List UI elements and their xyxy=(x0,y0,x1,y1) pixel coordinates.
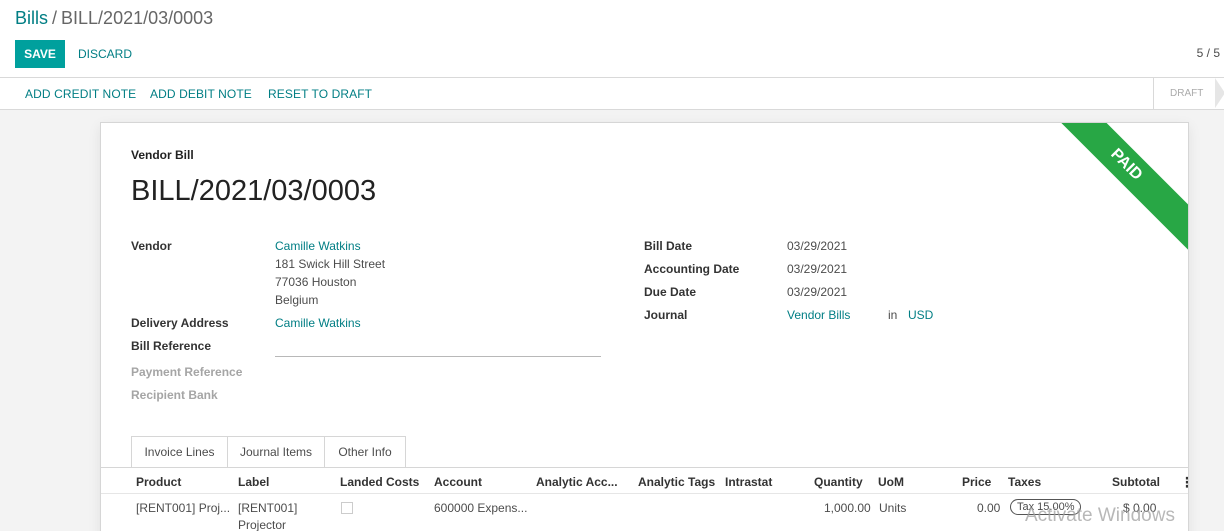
row-label-line1[interactable]: [RENT001] xyxy=(238,501,297,515)
row-quantity[interactable]: 1,000.00 xyxy=(824,501,871,515)
accounting-date-label: Accounting Date xyxy=(644,262,740,276)
tab-divider xyxy=(101,467,1188,468)
activate-windows-watermark: Activate Windows xyxy=(1025,505,1175,526)
vendor-country: Belgium xyxy=(275,293,319,307)
col-landed-costs[interactable]: Landed Costs xyxy=(340,475,419,489)
journal-link[interactable]: Vendor Bills xyxy=(787,308,850,322)
delivery-address-link[interactable]: Camille Watkins xyxy=(275,316,361,330)
bill-reference-input[interactable] xyxy=(275,356,601,357)
status-draft[interactable]: DRAFT xyxy=(1153,78,1224,109)
control-panel: Bills / BILL/2021/03/0003 SAVE DISCARD 5 /… xyxy=(0,0,1224,78)
document-type: Vendor Bill xyxy=(131,148,194,162)
status-arrow-icon xyxy=(1215,78,1224,108)
col-product[interactable]: Product xyxy=(136,475,181,489)
tab-invoice-lines[interactable]: Invoice Lines xyxy=(131,436,228,468)
row-uom[interactable]: Units xyxy=(879,501,906,515)
recipient-bank-label: Recipient Bank xyxy=(131,388,218,402)
row-landed-costs-checkbox[interactable] xyxy=(341,502,353,514)
col-label[interactable]: Label xyxy=(238,475,269,489)
page-title: BILL/2021/03/0003 xyxy=(131,175,377,207)
tab-journal-items[interactable]: Journal Items xyxy=(227,436,325,468)
status-draft-label: DRAFT xyxy=(1170,88,1204,99)
accounting-date-value[interactable]: 03/29/2021 xyxy=(787,262,847,276)
form-sheet: PAID Vendor Bill BILL/2021/03/0003 Vendo… xyxy=(100,122,1189,531)
breadcrumb-current: BILL/2021/03/0003 xyxy=(61,8,214,28)
due-date-label: Due Date xyxy=(644,285,697,299)
bill-reference-label: Bill Reference xyxy=(131,339,212,353)
delivery-address-label: Delivery Address xyxy=(131,316,229,330)
paid-ribbon: PAID xyxy=(1053,123,1188,258)
header-divider xyxy=(101,493,1188,494)
bill-date-value[interactable]: 03/29/2021 xyxy=(787,239,847,253)
col-quantity[interactable]: Quantity xyxy=(814,475,863,489)
col-intrastat[interactable]: Intrastat xyxy=(725,475,772,489)
col-analytic-account[interactable]: Analytic Acc... xyxy=(536,475,618,489)
col-analytic-tags[interactable]: Analytic Tags xyxy=(638,475,715,489)
statusbar: ADD CREDIT NOTE ADD DEBIT NOTE RESET TO … xyxy=(0,78,1224,110)
tab-other-info[interactable]: Other Info xyxy=(324,436,406,468)
breadcrumb-separator: / xyxy=(52,8,58,28)
col-uom[interactable]: UoM xyxy=(878,475,904,489)
row-product[interactable]: [RENT001] Proj... xyxy=(136,501,230,515)
row-price[interactable]: 0.00 xyxy=(977,501,1000,515)
row-account[interactable]: 600000 Expens... xyxy=(434,501,527,515)
add-debit-note-button[interactable]: ADD DEBIT NOTE xyxy=(150,78,252,109)
vendor-city: 77036 Houston xyxy=(275,275,357,289)
optional-columns-icon[interactable]: ⋮ xyxy=(1180,474,1188,491)
col-taxes[interactable]: Taxes xyxy=(1008,475,1041,489)
journal-label: Journal xyxy=(644,308,688,322)
row-label-line2[interactable]: Projector xyxy=(238,518,286,531)
payment-reference-label: Payment Reference xyxy=(131,365,243,379)
add-credit-note-button[interactable]: ADD CREDIT NOTE xyxy=(25,78,136,109)
col-price[interactable]: Price xyxy=(962,475,991,489)
discard-button[interactable]: DISCARD xyxy=(78,40,132,68)
vendor-street: 181 Swick Hill Street xyxy=(275,257,386,271)
save-button[interactable]: SAVE xyxy=(15,40,65,68)
col-account[interactable]: Account xyxy=(434,475,482,489)
currency-link[interactable]: USD xyxy=(908,308,933,322)
breadcrumb: Bills / BILL/2021/03/0003 xyxy=(15,8,213,29)
journal-in-text: in xyxy=(888,308,898,322)
col-subtotal[interactable]: Subtotal xyxy=(1112,475,1160,489)
paid-ribbon-label: PAID xyxy=(1053,123,1188,255)
vendor-link[interactable]: Camille Watkins xyxy=(275,239,361,253)
bill-date-label: Bill Date xyxy=(644,239,693,253)
breadcrumb-bills-link[interactable]: Bills xyxy=(15,8,48,28)
due-date-value[interactable]: 03/29/2021 xyxy=(787,285,847,299)
reset-to-draft-button[interactable]: RESET TO DRAFT xyxy=(268,78,372,109)
vendor-label: Vendor xyxy=(131,239,172,253)
pager-counter[interactable]: 5 / 5 xyxy=(1197,46,1220,60)
